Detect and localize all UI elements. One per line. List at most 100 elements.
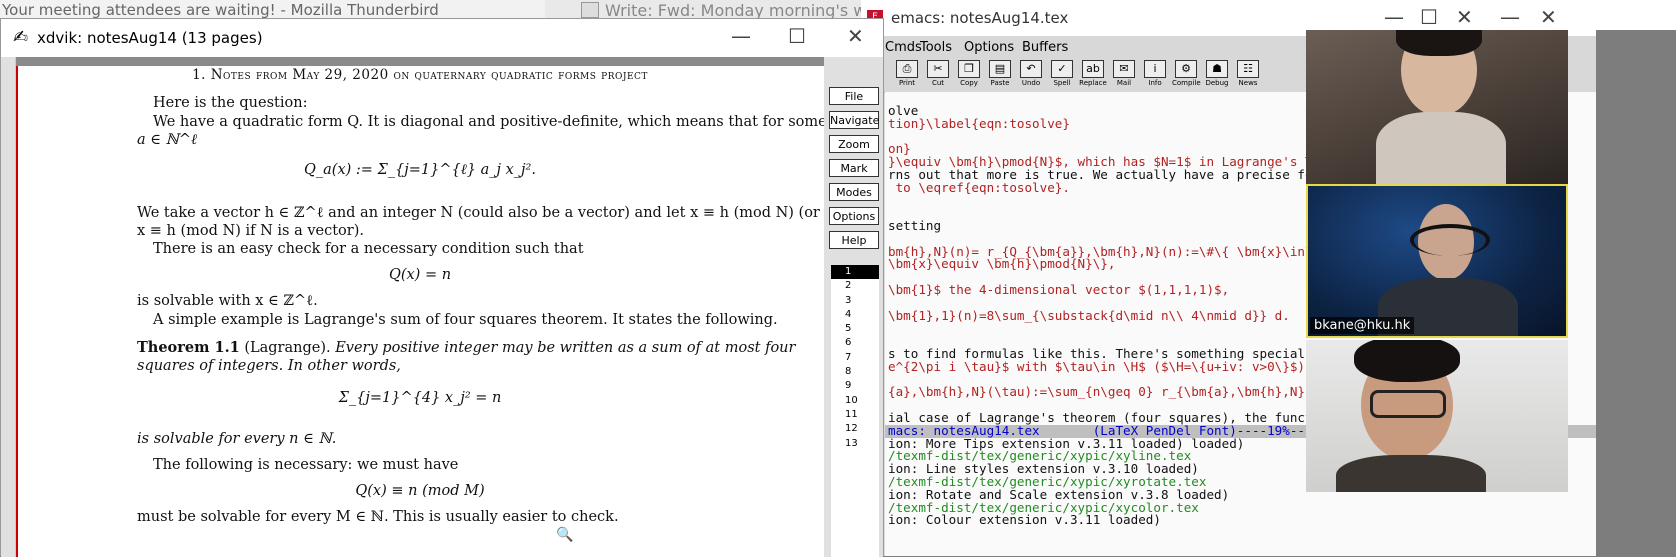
emacs-title-text: emacs: notesAug14.tex — [891, 9, 1069, 27]
page-list-item[interactable]: 10 — [831, 394, 879, 408]
paragraph: The following is necessary: we must have — [153, 457, 459, 473]
mark-button[interactable]: Mark — [829, 159, 879, 177]
theorem-text: squares of integers. In other words, — [137, 358, 401, 374]
theorem-label: Theorem 1.1 — [137, 339, 240, 356]
participant-hair — [1354, 340, 1460, 382]
paste-button[interactable]: ▤ Paste — [986, 60, 1014, 90]
equation: Q(x) ≡ n (mod M) — [355, 483, 485, 499]
mail-icon: ✉ — [1113, 60, 1135, 78]
section-heading: 1. Notes from May 29, 2020 on quaternary… — [192, 67, 648, 83]
page-list-item[interactable]: 4 — [831, 308, 879, 322]
paragraph: is solvable with x ∈ ℤ^ℓ. — [137, 293, 318, 309]
menu-cmds[interactable]: Cmds — [885, 40, 922, 55]
replace-icon: ab — [1082, 60, 1104, 78]
spell-button[interactable]: ✓ Spell — [1048, 60, 1076, 90]
maximize-icon[interactable]: ☐ — [1420, 4, 1438, 30]
scissors-icon: ✂ — [927, 60, 949, 78]
paragraph: We have a quadratic form Q. It is diagon… — [153, 114, 824, 130]
video-tile-participant-3[interactable] — [1306, 340, 1568, 492]
page-list-item[interactable]: 13 — [831, 437, 879, 451]
copy-icon: ❐ — [958, 60, 980, 78]
zoom-window-controls: — ✕ — [1500, 0, 1676, 30]
thunderbird-window-title[interactable]: Your meeting attendees are waiting! - Mo… — [0, 0, 547, 20]
print-icon: ⎙ — [896, 60, 918, 78]
xdvik-title-text: xdvik: notesAug14 (13 pages) — [37, 29, 263, 47]
paragraph: A simple example is Lagrange's sum of fo… — [153, 312, 778, 328]
headphones-icon — [1410, 224, 1490, 256]
theorem-line: Theorem 1.1 (Lagrange). Every positive i… — [137, 339, 795, 356]
video-tile-participant-1[interactable] — [1306, 30, 1568, 184]
news-button[interactable]: ☷ News — [1234, 60, 1262, 90]
zoom-button[interactable]: Zoom — [829, 135, 879, 153]
page-list-item[interactable]: 9 — [831, 379, 879, 393]
page-top-rule — [16, 57, 824, 66]
page-list: 1 2 3 4 5 6 7 8 9 10 11 12 13 — [831, 265, 879, 557]
undo-icon: ↶ — [1020, 60, 1042, 78]
zoom-video-panel: bkane@hku.hk — [1306, 0, 1676, 556]
print-button[interactable]: ⎙ Print — [893, 60, 921, 90]
paragraph: Here is the question: — [153, 95, 308, 111]
page-margin-rule — [16, 57, 18, 557]
news-icon: ☷ — [1237, 60, 1259, 78]
page-list-item[interactable]: 8 — [831, 365, 879, 379]
navigate-button[interactable]: Navigate — [829, 111, 879, 129]
spell-icon: ✓ — [1051, 60, 1073, 78]
minimize-icon[interactable]: — — [1384, 4, 1404, 30]
xdvik-titlebar[interactable]: ✍ xdvik: notesAug14 (13 pages) — ☐ ✕ — [1, 19, 883, 57]
file-button[interactable]: File — [829, 87, 879, 105]
minimize-icon[interactable]: — — [731, 23, 751, 49]
modes-button[interactable]: Modes — [829, 183, 879, 201]
page-list-item[interactable]: 11 — [831, 408, 879, 422]
paste-icon: ▤ — [989, 60, 1011, 78]
page-list-item[interactable]: 7 — [831, 351, 879, 365]
close-icon[interactable]: ✕ — [1456, 4, 1473, 30]
replace-button[interactable]: ab Replace — [1079, 60, 1107, 90]
options-button[interactable]: Options — [829, 207, 879, 225]
participant-shirt — [1376, 112, 1506, 184]
xdvik-app-icon: ✍ — [13, 27, 29, 48]
theorem-text: Every positive integer may be written as… — [335, 340, 796, 356]
copy-button[interactable]: ❐ Copy — [955, 60, 983, 90]
debug-icon: ☗ — [1206, 60, 1228, 78]
compile-icon: ⚙ — [1175, 60, 1197, 78]
help-button[interactable]: Help — [829, 231, 879, 249]
participant-name-label: bkane@hku.hk — [1310, 317, 1415, 334]
video-tile-active-speaker[interactable]: bkane@hku.hk — [1306, 184, 1568, 338]
magnifier-cursor-icon: 🔍 — [556, 527, 574, 543]
close-icon[interactable]: ✕ — [847, 23, 864, 49]
info-icon: i — [1144, 60, 1166, 78]
dvi-page-view[interactable]: 1. Notes from May 29, 2020 on quaternary… — [15, 57, 824, 557]
mail-button[interactable]: ✉ Mail — [1110, 60, 1138, 90]
compose-icon — [581, 2, 599, 18]
theorem-name: (Lagrange). — [244, 340, 331, 356]
paragraph: must be solvable for every M ∈ ℕ. This i… — [137, 509, 619, 525]
paragraph: a ∈ ℕ^ℓ — [137, 132, 198, 148]
undo-button[interactable]: ↶ Undo — [1017, 60, 1045, 90]
equation: Σ_{j=1}^{4} x_j² = n — [338, 390, 502, 406]
participant-shirt — [1336, 455, 1486, 492]
glasses-icon — [1370, 390, 1446, 418]
participant-hair — [1396, 30, 1482, 56]
page-list-item[interactable]: 12 — [831, 422, 879, 436]
maximize-icon[interactable]: ☐ — [788, 23, 806, 49]
cut-button[interactable]: ✂ Cut — [924, 60, 952, 90]
info-button[interactable]: i Info — [1141, 60, 1169, 90]
debug-button[interactable]: ☗ Debug — [1203, 60, 1231, 90]
theorem-text: is solvable for every n ∈ ℕ. — [137, 431, 337, 447]
menu-options[interactable]: Options — [964, 40, 1014, 55]
page-list-item[interactable]: 5 — [831, 322, 879, 336]
page-list-item[interactable]: 6 — [831, 336, 879, 350]
xdvik-window: ✍ xdvik: notesAug14 (13 pages) — ☐ ✕ 1. … — [0, 18, 884, 557]
page-list-item[interactable]: 1 — [831, 265, 879, 280]
page-list-item[interactable]: 2 — [831, 279, 879, 293]
minimize-icon[interactable]: — — [1500, 4, 1520, 30]
equation: Q(x) = n — [388, 267, 452, 283]
xdvik-body: 1. Notes from May 29, 2020 on quaternary… — [1, 57, 883, 557]
paragraph: We take a vector h ∈ ℤ^ℓ and an integer … — [137, 205, 820, 221]
close-icon[interactable]: ✕ — [1540, 4, 1557, 30]
equation: Q_a(x) := Σ_{j=1}^{ℓ} a_j x_j². — [304, 162, 536, 178]
menu-buffers[interactable]: Buffers — [1022, 40, 1068, 55]
menu-tools[interactable]: Tools — [920, 40, 952, 55]
compile-button[interactable]: ⚙ Compile — [1172, 60, 1201, 90]
page-list-item[interactable]: 3 — [831, 294, 879, 308]
